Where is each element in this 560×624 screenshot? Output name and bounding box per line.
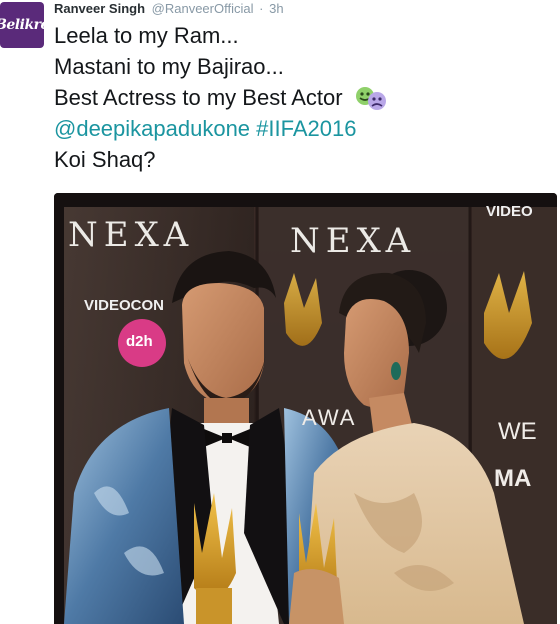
- backdrop-logo-right: VIDEO: [486, 203, 533, 220]
- theater-masks-emoji-icon: [355, 87, 386, 110]
- tweet-line-3: Best Actress to my Best Actor: [54, 82, 389, 113]
- avatar-logo-text: Belikre: [0, 17, 44, 33]
- backdrop-text-ma: MA: [494, 465, 532, 492]
- tweet-line-2: Mastani to my Bajirao...: [54, 54, 284, 79]
- backdrop-logo-d2h: d2h: [126, 333, 153, 350]
- tweet-line-4: @deepikapadukone #IIFA2016: [54, 113, 389, 144]
- header-separator: ·: [259, 1, 264, 16]
- author-handle[interactable]: @RanveerOfficial: [152, 1, 254, 16]
- backdrop-logo-videocon: VIDEOCON: [84, 297, 165, 314]
- backdrop-text-awa: AWA: [302, 405, 357, 430]
- tweet-timestamp[interactable]: 3h: [269, 1, 283, 16]
- backdrop-brand-center: NEXA: [290, 221, 417, 261]
- backdrop-text-we: WE: [498, 418, 537, 445]
- tweet-line-1: Leela to my Ram...: [54, 23, 239, 48]
- hashtag-link[interactable]: #IIFA2016: [256, 116, 356, 141]
- mention-link[interactable]: @deepikapadukone: [54, 116, 250, 141]
- backdrop-brand-left: NEXA: [68, 215, 195, 255]
- tweet-photo[interactable]: NEXA NEXA VIDEOCON d2h VIDEO AWA WE MA: [54, 193, 557, 624]
- tweet-line-3-text: Best Actress to my Best Actor: [54, 85, 343, 110]
- tweet-text: Leela to my Ram... Mastani to my Bajirao…: [54, 20, 389, 175]
- avatar[interactable]: Belikre: [0, 2, 44, 48]
- tweet-line-5: Koi Shaq?: [54, 147, 156, 172]
- author-name[interactable]: Ranveer Singh: [54, 1, 145, 16]
- tweet-header: Ranveer Singh @RanveerOfficial · 3h: [54, 1, 284, 17]
